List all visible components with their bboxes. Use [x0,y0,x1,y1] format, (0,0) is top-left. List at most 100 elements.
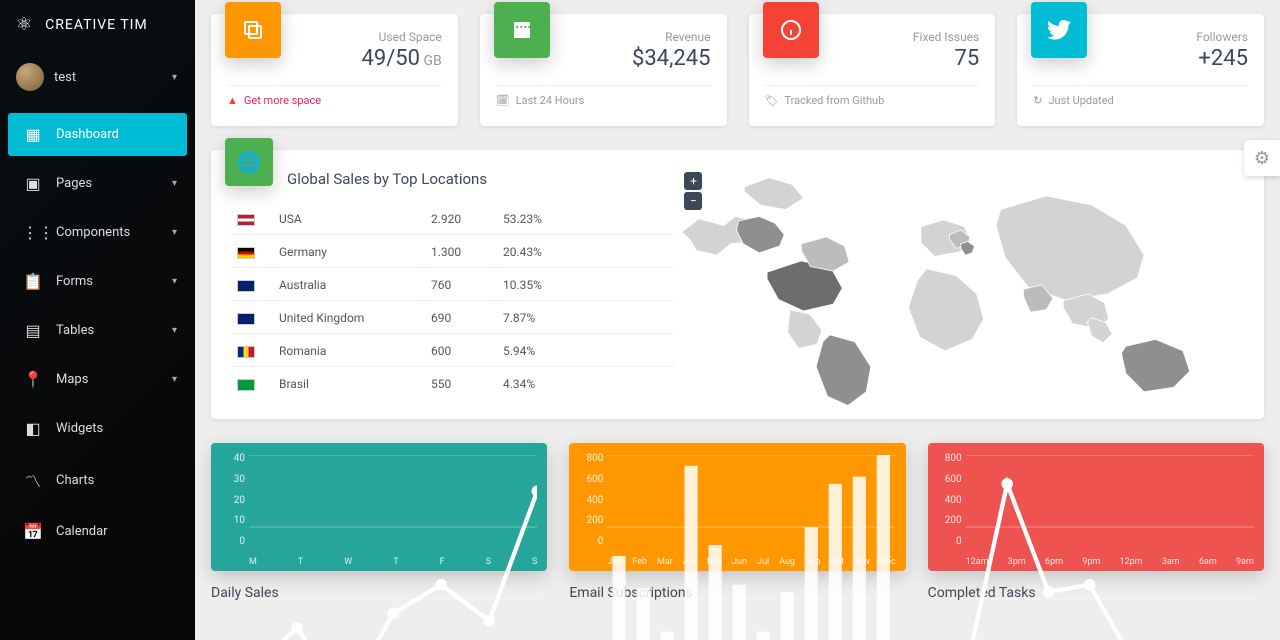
world-map[interactable]: + − [676,164,1246,401]
stat-card-revenue: Revenue $34,245 🗓Last 24 Hours [480,14,727,126]
global-sales-title: Global Sales by Top Locations [287,164,676,188]
chevron-down-icon: ▾ [172,72,177,83]
world-map-svg [676,164,1246,426]
sidebar-nav: ▦ Dashboard ▣ Pages ▾ ⋮⋮ Components ▾ 📋 Forms ▾ ▤ Ta… [0,109,195,563]
sidebar-user[interactable]: test ▾ [0,49,195,109]
stat-footer: 🗓Last 24 Hours [496,85,711,107]
globe-icon: 🌐 [225,138,273,186]
nav-label: Components [56,225,130,240]
stat-card-space: Used Space 49/50 GB ▲Get more space [211,14,458,126]
sales-table: USA2.92053.23%Germany1.30020.43%Australi… [229,202,676,401]
maps-icon: 📍 [22,370,44,389]
sidebar-item-calendar[interactable]: 📅Calendar [8,510,187,553]
cell-country: United Kingdom [273,303,423,334]
chevron-down-icon: ▾ [172,227,177,238]
settings-gear-button[interactable]: ⚙ [1244,140,1280,176]
store-icon [494,2,550,58]
nav-label: Charts [56,473,94,488]
copy-icon [225,2,281,58]
cell-country: Romania [273,336,423,367]
nav-label: Forms [56,274,93,289]
chart-card-subs: 8006004002000 JanFebMarAprMaiJunJulAugSe… [569,443,905,601]
stat-footer: 🏷Tracked from Github [765,85,980,107]
user-name: test [54,70,76,85]
stat-footer: ↻Just Updated [1033,85,1248,107]
twitter-icon [1031,2,1087,58]
chevron-down-icon: ▾ [172,325,177,336]
chart-card-daily: 403020100 MTWTFSS Daily Sales [211,443,547,601]
sidebar-item-forms[interactable]: 📋 Forms ▾ [8,260,187,303]
tasks-chart: 8006004002000 12am3pm6pm9pm12pm3am6am9am [928,443,1264,571]
warning-icon: ▲ [227,94,238,107]
cell-value: 1.300 [425,237,495,268]
cell-value: 2.920 [425,204,495,235]
stats-row: Used Space 49/50 GB ▲Get more space Reve… [211,14,1264,126]
nav-label: Dashboard [56,127,119,142]
atom-icon: ⚛ [16,14,33,35]
global-sales-card: 🌐 Global Sales by Top Locations USA2.920… [211,150,1264,419]
nav-label: Widgets [56,421,103,436]
chevron-down-icon: ▾ [172,276,177,287]
brand-label: CREATIVE TIM [45,17,148,33]
stat-card-followers: Followers +245 ↻Just Updated [1017,14,1264,126]
table-row: Germany1.30020.43% [231,237,674,268]
cell-value: 690 [425,303,495,334]
flag-icon [237,379,255,391]
daily-sales-chart: 403020100 MTWTFSS [211,443,547,571]
charts-row: 403020100 MTWTFSS Daily Sales 8006004002… [211,443,1264,601]
stat-footer: ▲ Get more space [227,85,442,107]
table-row: United Kingdom6907.87% [231,303,674,334]
table-row: Australia76010.35% [231,270,674,301]
cell-country: Australia [273,270,423,301]
table-row: USA2.92053.23% [231,204,674,235]
chevron-down-icon: ▾ [172,178,177,189]
flag-icon [237,247,255,259]
sales-table-wrap: Global Sales by Top Locations USA2.92053… [229,164,676,401]
get-space-link[interactable]: Get more space [244,94,321,107]
cell-value: 550 [425,369,495,399]
table-row: Romania6005.94% [231,336,674,367]
flag-icon [237,214,255,226]
cell-country: Germany [273,237,423,268]
widgets-icon: ◧ [22,419,44,438]
cell-value: 600 [425,336,495,367]
sidebar-item-widgets[interactable]: ◧ Widgets [8,407,187,450]
forms-icon: 📋 [22,272,44,291]
info-icon [763,2,819,58]
sidebar: ⚛ CREATIVE TIM test ▾ ▦Dashboard▣Pages▾⋮… [0,0,195,640]
refresh-icon: ↻ [1033,94,1042,107]
cell-value: 760 [425,270,495,301]
sidebar-item-charts[interactable]: 〽 Charts [8,456,187,504]
tables-icon: ▤ [22,321,44,340]
cell-pct: 4.34% [497,369,674,399]
table-row: Brasil5504.34% [231,369,674,399]
calendar-icon: 🗓 [496,94,510,107]
flag-icon [237,346,255,358]
stat-card-issues: Fixed Issues 75 🏷Tracked from Github [749,14,996,126]
cell-country: Brasil [273,369,423,399]
nav-label: Calendar [56,524,108,539]
nav-label: Maps [56,372,88,387]
tag-icon: 🏷 [765,94,779,107]
charts-icon: 〽 [22,468,44,492]
subs-chart: 8006004002000 JanFebMarAprMaiJunJulAugSe… [569,443,905,571]
chevron-down-icon: ▾ [172,374,177,385]
cell-pct: 20.43% [497,237,674,268]
sidebar-item-maps[interactable]: 📍 Maps ▾ [8,358,187,401]
cell-country: USA [273,204,423,235]
sidebar-item-tables[interactable]: ▤ Tables ▾ [8,309,187,352]
sidebar-item-components[interactable]: ⋮⋮ Components ▾ [8,211,187,254]
nav-label: Pages [56,176,92,191]
sidebar-item-dashboard[interactable]: ▦ Dashboard [8,113,187,156]
flag-icon [237,280,255,292]
components-icon: ⋮⋮ [22,223,44,242]
nav-label: Tables [56,323,94,338]
cell-pct: 10.35% [497,270,674,301]
pages-icon: ▣ [22,174,44,193]
brand-logo[interactable]: ⚛ CREATIVE TIM [0,0,195,49]
sidebar-item-pages[interactable]: ▣ Pages ▾ [8,162,187,205]
cell-pct: 53.23% [497,204,674,235]
dashboard-icon: ▦ [22,125,44,144]
cell-pct: 7.87% [497,303,674,334]
avatar [16,63,44,91]
